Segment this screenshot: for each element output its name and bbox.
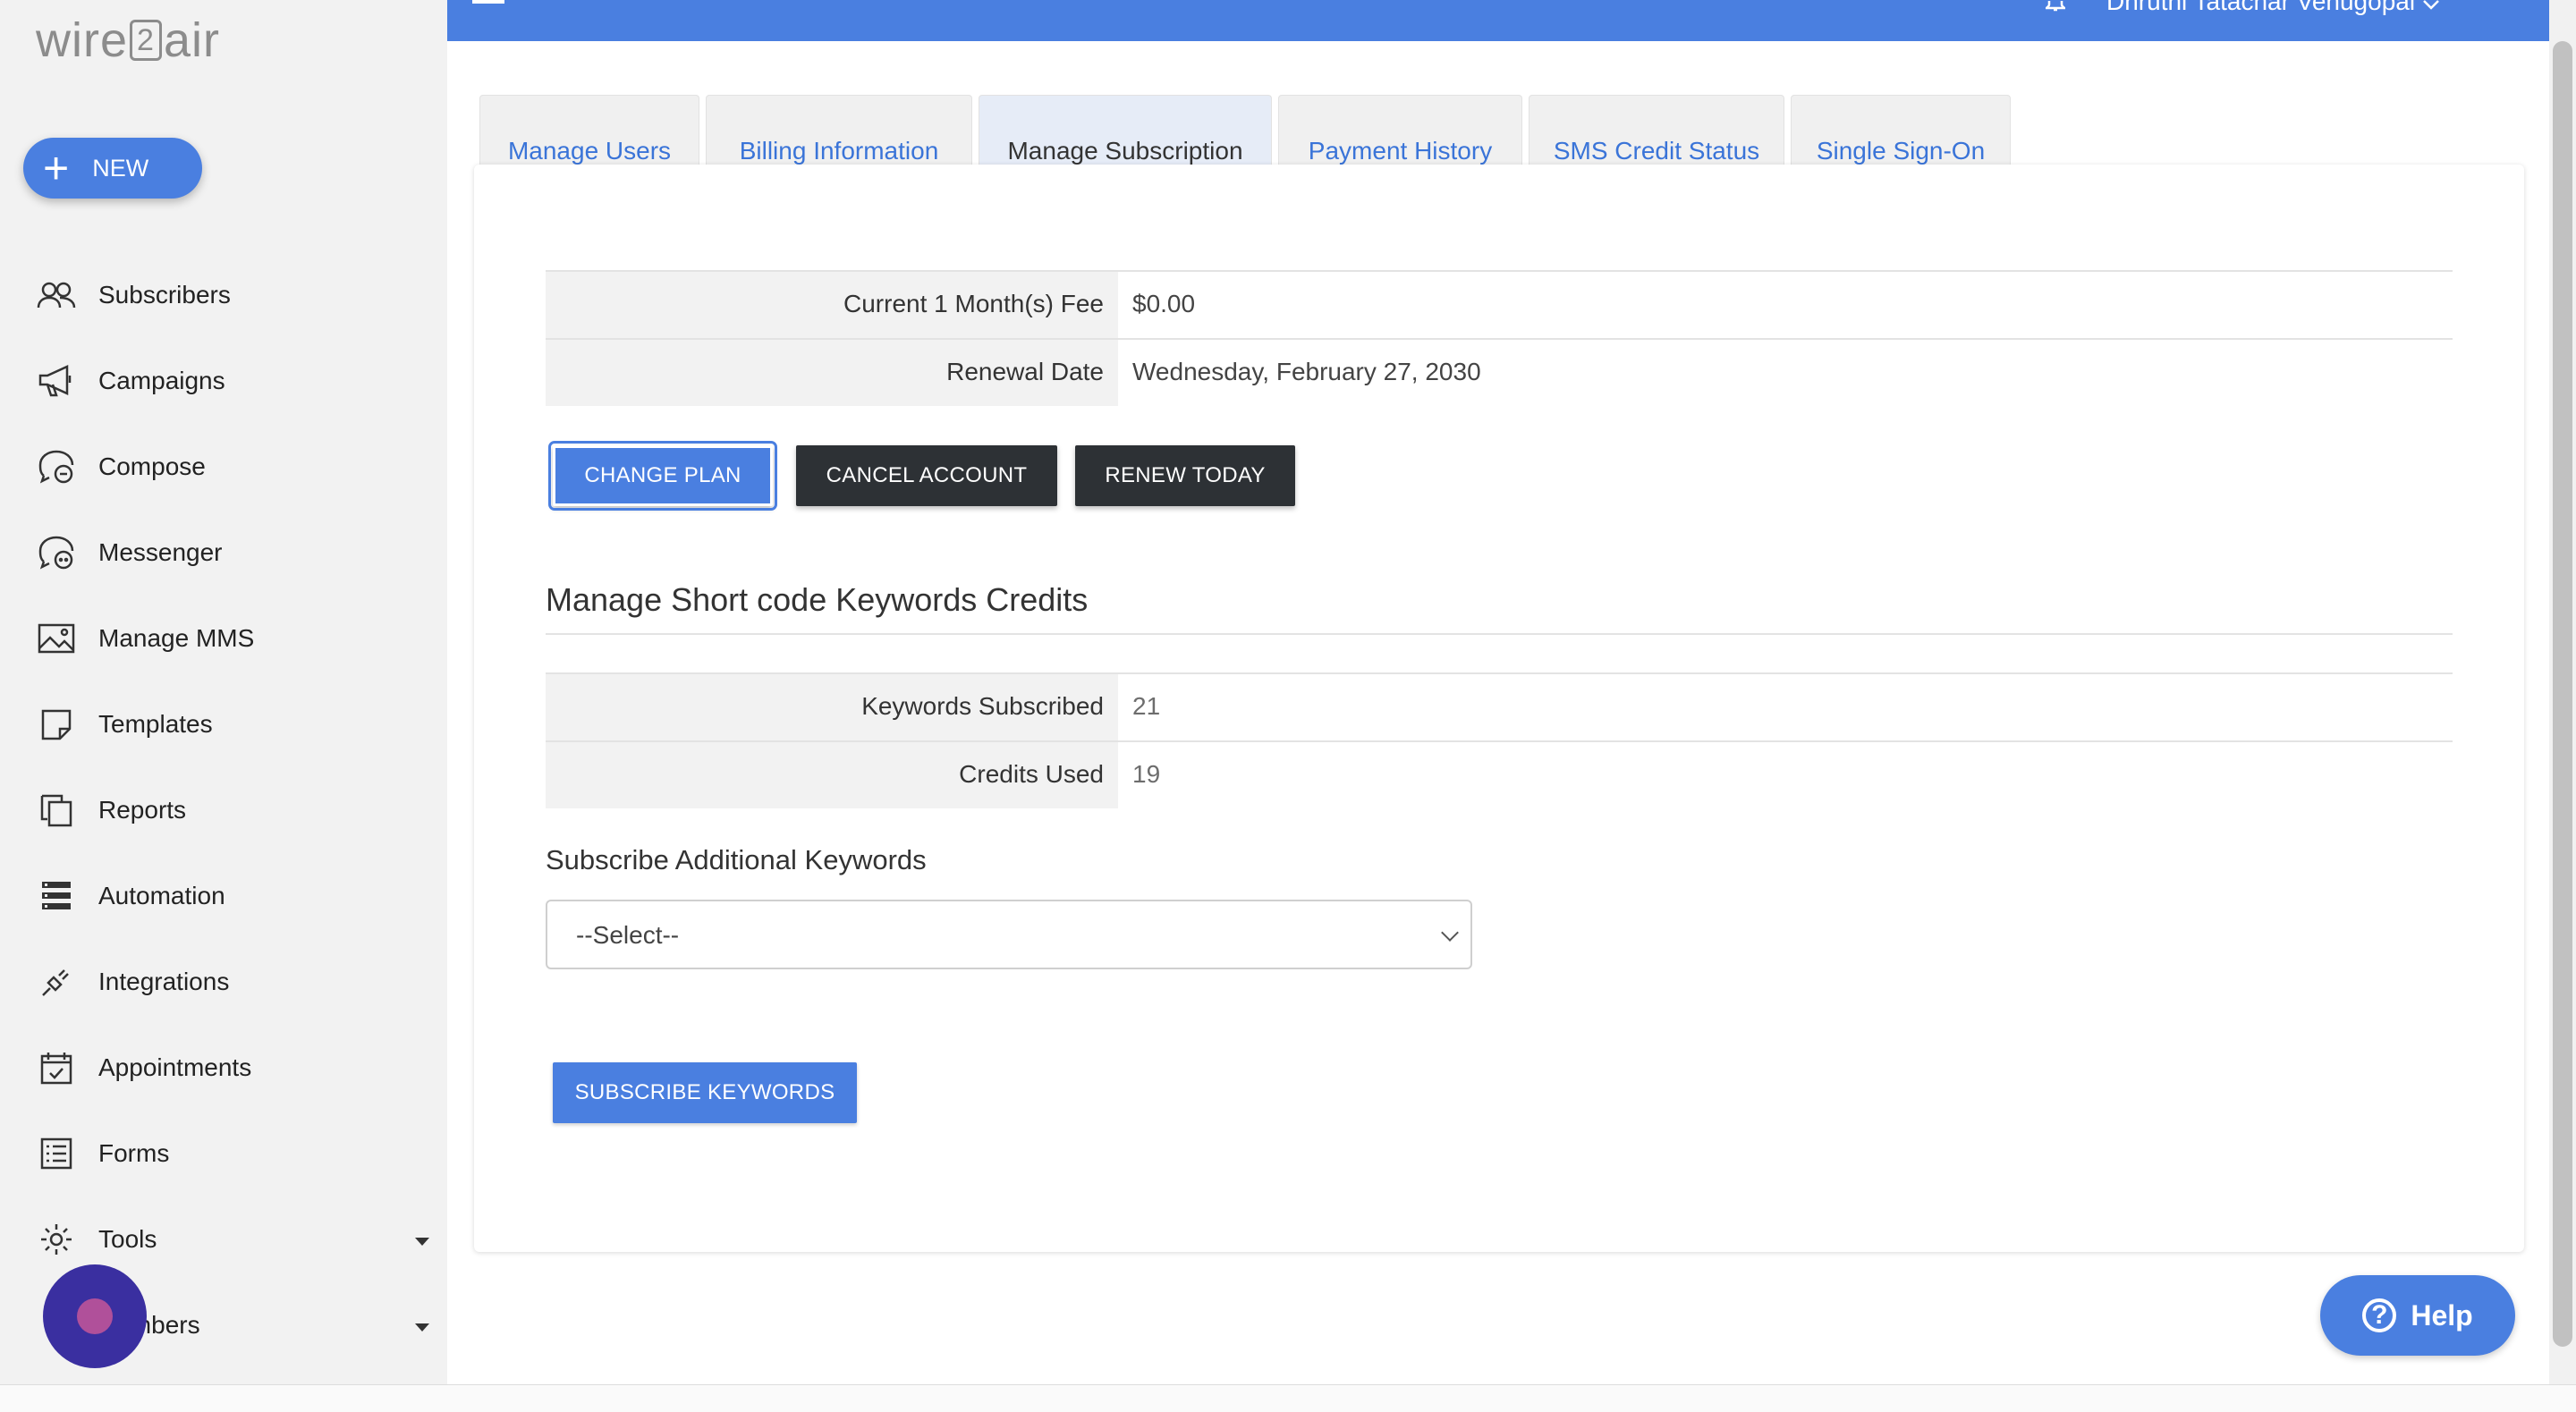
sidebar-item-appointments[interactable]: Appointments	[36, 1041, 429, 1095]
chat-widget-button[interactable]	[43, 1264, 147, 1368]
subscribe-keywords-label: Subscribe Additional Keywords	[546, 844, 927, 875]
chevron-down-icon	[1441, 924, 1459, 942]
scrollbar-thumb[interactable]	[2553, 41, 2572, 1347]
sidebar-item-tools[interactable]: Tools	[36, 1213, 429, 1266]
sidebar-item-label: Campaigns	[98, 367, 225, 394]
sidebar-item-messenger[interactable]: Messenger	[36, 526, 429, 579]
tab-label: Billing Information	[739, 136, 939, 165]
horizontal-scrollbar[interactable]	[0, 1384, 2576, 1412]
button-label: RENEW TODAY	[1105, 463, 1266, 487]
menu-icon[interactable]	[472, 0, 504, 4]
sidebar-item-forms[interactable]: Forms	[36, 1127, 429, 1180]
wire2air-logo[interactable]: wire 2 air	[36, 13, 220, 68]
button-label: CANCEL ACCOUNT	[826, 463, 1028, 487]
template-note-icon	[36, 704, 77, 745]
sidebar-item-label: Integrations	[98, 968, 230, 995]
sidebar-item-label: Compose	[98, 452, 206, 480]
sidebar-item-label: Subscribers	[98, 281, 231, 309]
row-value: 21	[1132, 692, 1161, 720]
sidebar-item-campaigns[interactable]: Campaigns	[36, 354, 429, 408]
select-value: --Select--	[576, 921, 680, 949]
sidebar-item-automation[interactable]: Automation	[36, 869, 429, 923]
cancel-account-button[interactable]: CANCEL ACCOUNT	[796, 445, 1057, 506]
plug-icon	[36, 961, 77, 1002]
change-plan-button[interactable]: CHANGE PLAN	[548, 441, 777, 511]
button-label: CHANGE PLAN	[584, 463, 741, 487]
sidebar-item-templates[interactable]: Templates	[36, 698, 429, 751]
tab-label: Manage Subscription	[1007, 136, 1243, 165]
vertical-scrollbar[interactable]	[2549, 0, 2576, 1395]
question-icon: ?	[2362, 1298, 2397, 1332]
messenger-chat-icon	[36, 532, 77, 573]
keywords-table: Keywords Subscribed 21 Credits Used 19	[546, 672, 2453, 808]
gear-icon	[36, 1219, 77, 1260]
sidebar-item-label: Tools	[98, 1225, 157, 1253]
keywords-select[interactable]: --Select--	[546, 900, 1472, 969]
tab-label: Single Sign-On	[1816, 136, 1986, 165]
renew-today-button[interactable]: RENEW TODAY	[1075, 445, 1295, 506]
form-list-icon	[36, 1133, 77, 1174]
row-key: Current 1 Month(s) Fee	[546, 272, 1118, 338]
section-divider	[546, 633, 2453, 635]
image-icon	[36, 618, 77, 659]
row-key: Credits Used	[546, 742, 1118, 808]
sidebar-item-label: Reports	[98, 796, 187, 824]
table-row: Current 1 Month(s) Fee $0.00	[546, 270, 2453, 338]
tab-label: Manage Users	[507, 136, 672, 165]
user-menu[interactable]: Dhruthi Tatachar Venugopal	[2106, 0, 2440, 16]
top-bar: Dhruthi Tatachar Venugopal	[447, 0, 2549, 41]
tab-label: SMS Credit Status	[1553, 136, 1760, 165]
logo-text-right: air	[163, 13, 220, 67]
tab-label: Payment History	[1308, 136, 1493, 165]
chevron-down-icon	[415, 1238, 429, 1246]
row-key: Keywords Subscribed	[546, 674, 1118, 740]
row-key: Renewal Date	[546, 340, 1118, 406]
sidebar-item-label: Appointments	[98, 1053, 252, 1081]
sidebar-item-reports[interactable]: Reports	[36, 783, 429, 837]
main-content: Manage Users Billing Information Manage …	[447, 41, 2549, 1384]
logo-text-mid: 2	[130, 19, 162, 61]
reports-copy-icon	[36, 790, 77, 831]
user-name: Dhruthi Tatachar Venugopal	[2106, 0, 2416, 15]
subscription-table: Current 1 Month(s) Fee $0.00 Renewal Dat…	[546, 270, 2453, 406]
compose-chat-icon	[36, 446, 77, 487]
megaphone-icon	[36, 360, 77, 402]
help-label: Help	[2411, 1298, 2473, 1332]
table-row: Credits Used 19	[546, 740, 2453, 808]
table-row: Renewal Date Wednesday, February 27, 203…	[546, 338, 2453, 406]
sidebar-item-subscribers[interactable]: Subscribers	[36, 268, 429, 322]
calendar-check-icon	[36, 1047, 77, 1088]
bell-icon[interactable]	[2043, 0, 2068, 12]
row-value: 19	[1132, 760, 1161, 788]
sidebar-item-compose[interactable]: Compose	[36, 440, 429, 494]
button-label: SUBSCRIBE KEYWORDS	[574, 1080, 835, 1104]
sidebar-item-label: Templates	[98, 710, 213, 738]
table-row: Keywords Subscribed 21	[546, 672, 2453, 740]
sidebar-item-label: Automation	[98, 882, 225, 909]
plus-icon: +	[43, 143, 70, 193]
sidebar-item-label: Manage MMS	[98, 624, 255, 652]
new-button-label: NEW	[92, 154, 149, 182]
automation-stack-icon	[36, 875, 77, 917]
section-title: Manage Short code Keywords Credits	[546, 581, 1089, 618]
row-value: $0.00	[1132, 290, 1196, 317]
logo-text-left: wire	[36, 13, 129, 67]
users-icon	[36, 275, 77, 316]
chat-widget-icon	[77, 1298, 113, 1334]
sidebar-item-manage-mms[interactable]: Manage MMS	[36, 612, 429, 665]
new-button[interactable]: + NEW	[23, 138, 202, 199]
help-button[interactable]: ? Help	[2320, 1275, 2515, 1356]
subscription-panel: Current 1 Month(s) Fee $0.00 Renewal Dat…	[474, 165, 2524, 1252]
subscribe-keywords-button[interactable]: SUBSCRIBE KEYWORDS	[553, 1062, 857, 1123]
sidebar: wire 2 air + NEW Subscribers Campaigns C…	[0, 0, 447, 1411]
sidebar-item-label: Forms	[98, 1139, 170, 1167]
chevron-down-icon	[2422, 0, 2439, 10]
row-value: Wednesday, February 27, 2030	[1132, 358, 1481, 385]
chevron-down-icon	[415, 1323, 429, 1332]
sidebar-item-label: Messenger	[98, 538, 223, 566]
sidebar-item-integrations[interactable]: Integrations	[36, 955, 429, 1009]
